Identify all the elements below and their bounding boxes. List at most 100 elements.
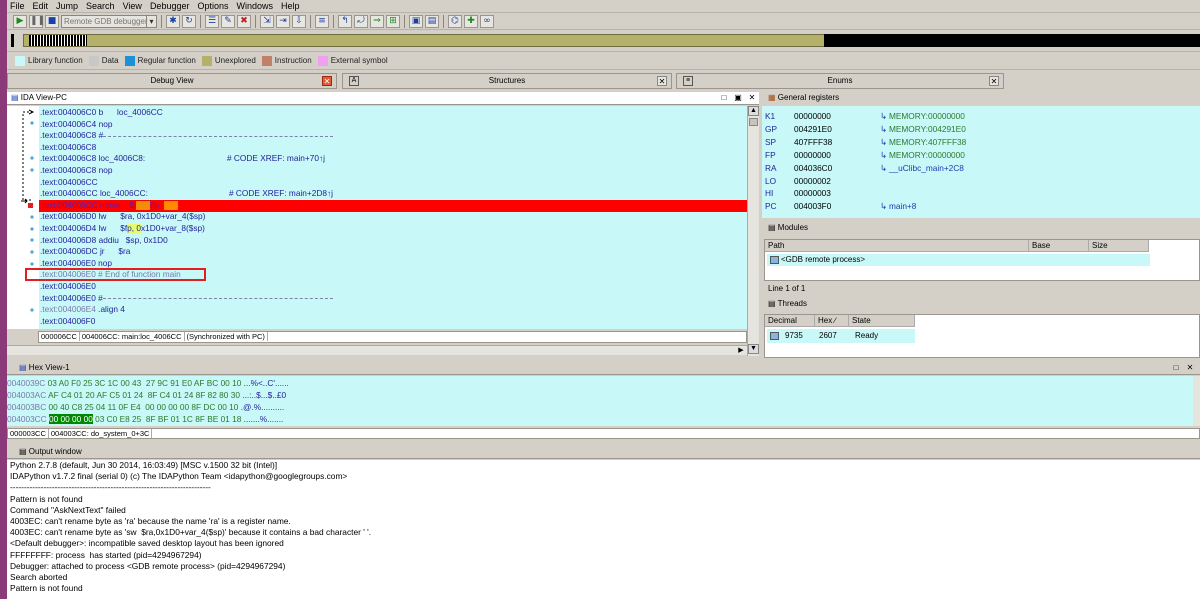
register-value[interactable]: 00000000: [794, 110, 831, 123]
step-out-icon[interactable]: ↰: [338, 14, 352, 28]
window-icon[interactable]: ▣: [409, 14, 423, 28]
tab-structures[interactable]: A Structures ✕: [342, 73, 672, 89]
code-line[interactable]: .text:004006E0: [40, 281, 96, 293]
code-xref[interactable]: # CODE XREF: main+70↑j: [227, 153, 325, 165]
delete-icon[interactable]: ✖: [237, 14, 251, 28]
scroll-down-icon[interactable]: ▼: [748, 344, 759, 354]
step-into-icon[interactable]: ⇲: [260, 14, 274, 28]
close-icon[interactable]: ✕: [989, 76, 999, 86]
register-value[interactable]: 00000000: [794, 149, 831, 162]
tab-enums[interactable]: ≡ Enums ✕: [676, 73, 1004, 89]
column-size[interactable]: Size: [1089, 240, 1149, 252]
tab-debug-view[interactable]: Debug View ✕: [7, 73, 337, 89]
stop-icon[interactable]: ■: [45, 14, 59, 28]
code-line[interactable]: .text:004006E0 #: [40, 293, 103, 305]
scroll-up-icon[interactable]: ▲: [748, 106, 759, 116]
link-icon[interactable]: ∞: [480, 14, 494, 28]
register-target[interactable]: ↳ MEMORY:407FFF38: [880, 136, 966, 149]
column-base[interactable]: Base: [1029, 240, 1089, 252]
column-state[interactable]: State: [849, 315, 915, 327]
maximize-icon[interactable]: ▣: [733, 93, 743, 103]
code-line[interactable]: .text:004006E4 .align 4: [40, 304, 125, 316]
run-to-icon[interactable]: ⇩: [292, 14, 306, 28]
arrow-gutter: [7, 106, 39, 329]
step-over-icon[interactable]: ⇥: [276, 14, 290, 28]
code-xref[interactable]: # CODE XREF: main+2D8↑j: [229, 188, 333, 200]
code-line[interactable]: .text:004006D0 lw $ra, 0x1D0+var_4($sp): [40, 211, 205, 223]
menu-file[interactable]: File: [10, 1, 25, 11]
register-target[interactable]: ↳ MEMORY:00000000: [880, 110, 965, 123]
register-value[interactable]: 00000003: [794, 187, 831, 200]
register-value[interactable]: 004003F0: [794, 200, 831, 213]
menu-edit[interactable]: Edit: [33, 1, 49, 11]
menu-search[interactable]: Search: [86, 1, 115, 11]
code-line[interactable]: .text:004006D8 addiu $sp, 0x1D0: [40, 235, 168, 247]
add-watch-icon[interactable]: ✚: [464, 14, 478, 28]
hex-line[interactable]: 004003CC 00 00 00 00 03 C0 E8 25 8F BF 0…: [7, 413, 283, 425]
hex-scrollbar[interactable]: [1193, 376, 1200, 426]
edit-list-icon[interactable]: ✎: [221, 14, 235, 28]
refresh-icon[interactable]: ↻: [182, 14, 196, 28]
code-line[interactable]: .text:004006C8 #: [40, 130, 103, 142]
table-row[interactable]: <GDB remote process>: [767, 254, 1150, 266]
code-line[interactable]: .text:004006D4 lw $fp, 0x1D0+var_8($sp): [40, 223, 205, 235]
pause-icon[interactable]: ❚❚: [29, 14, 45, 28]
return-icon[interactable]: ⤾: [354, 14, 368, 28]
menu-help[interactable]: Help: [281, 1, 300, 11]
menu-view[interactable]: View: [123, 1, 142, 11]
start-process-icon[interactable]: ▶: [13, 14, 27, 28]
code-line[interactable]: .text:004006C4 nop: [40, 119, 112, 131]
close-icon[interactable]: ✕: [747, 93, 757, 103]
hex-line[interactable]: 0040039C 03 A0 F0 25 3C 1C 00 43 27 9C 9…: [7, 377, 289, 389]
menu-jump[interactable]: Jump: [56, 1, 78, 11]
hex-line[interactable]: 004003AC AF C4 01 20 AF C5 01 24 8F C4 0…: [7, 389, 286, 401]
close-icon[interactable]: ✕: [322, 76, 332, 86]
code-line[interactable]: .text:004006C8 loc_4006C8:: [40, 153, 145, 165]
restore-icon[interactable]: □: [719, 93, 729, 103]
register-target[interactable]: ↳ MEMORY:004291E0: [880, 123, 966, 136]
disassembly-view[interactable]: .text:004006C0 b loc_4006CC .text:004006…: [7, 106, 747, 329]
vertical-scrollbar[interactable]: ▲ ▼: [747, 106, 759, 356]
menu-options[interactable]: Options: [197, 1, 228, 11]
register-target[interactable]: ↳ __uClibc_main+2C8: [880, 162, 964, 175]
close-icon[interactable]: ✕: [1185, 363, 1195, 373]
tile-icon[interactable]: ▤: [425, 14, 439, 28]
restore-icon[interactable]: □: [1171, 363, 1181, 373]
code-line[interactable]: .text:004006C8 nop: [40, 165, 112, 177]
hex-view[interactable]: 0040039C 03 A0 F0 25 3C 1C 00 43 27 9C 9…: [7, 376, 1200, 426]
register-value[interactable]: 004036C0: [794, 162, 832, 175]
code-line[interactable]: .text:004006C8: [40, 142, 96, 154]
code-line[interactable]: .text:004006CC loc_4006CC:: [40, 188, 148, 200]
menu-debugger[interactable]: Debugger: [150, 1, 190, 11]
menu-windows[interactable]: Windows: [237, 1, 274, 11]
navigation-band[interactable]: [7, 30, 1200, 52]
code-line[interactable]: .text:004006DC jr $ra: [40, 246, 130, 258]
scroll-thumb[interactable]: [749, 118, 758, 126]
threads-table[interactable]: Decimal Hex ∕ State 9735 2607 Ready: [764, 314, 1200, 358]
graph-icon[interactable]: ⌬: [448, 14, 462, 28]
continue-icon[interactable]: ⊞: [386, 14, 400, 28]
trace-icon[interactable]: ≡: [315, 14, 329, 28]
output-window[interactable]: Python 2.7.8 (default, Jun 30 2014, 16:0…: [7, 460, 1200, 599]
horizontal-scrollbar[interactable]: ▶: [7, 345, 747, 355]
modules-table[interactable]: Path Base Size <GDB remote process>: [764, 239, 1200, 281]
register-target[interactable]: ↳ MEMORY:00000000: [880, 149, 965, 162]
register-target[interactable]: ↳ main+8: [880, 200, 916, 213]
code-line[interactable]: .text:004006F0: [40, 316, 95, 328]
column-hex[interactable]: Hex ∕: [815, 315, 849, 327]
scroll-right-icon[interactable]: ▶: [735, 346, 747, 355]
column-path[interactable]: Path: [765, 240, 1029, 252]
list-icon[interactable]: ☰: [205, 14, 219, 28]
hex-line[interactable]: 004003BC 00 40 C8 25 04 11 0F E4 00 00 0…: [7, 401, 284, 413]
code-line[interactable]: .text:004006CC: [40, 177, 98, 189]
register-value[interactable]: 004291E0: [794, 123, 832, 136]
run-until-icon[interactable]: ⇒: [370, 14, 384, 28]
breakpoint-icon[interactable]: ✱: [166, 14, 180, 28]
close-icon[interactable]: ✕: [657, 76, 667, 86]
debugger-select[interactable]: Remote GDB debugger: [61, 14, 157, 28]
column-decimal[interactable]: Decimal: [765, 315, 815, 327]
registers-view[interactable]: K1 00000000 ↳ MEMORY:00000000 GP 004291E0…: [762, 106, 1200, 218]
code-line[interactable]: .text:004006C0 b loc_4006CC: [40, 107, 163, 119]
table-row[interactable]: 9735 2607 Ready: [767, 329, 915, 343]
register-value[interactable]: 407FFF38: [794, 136, 832, 149]
